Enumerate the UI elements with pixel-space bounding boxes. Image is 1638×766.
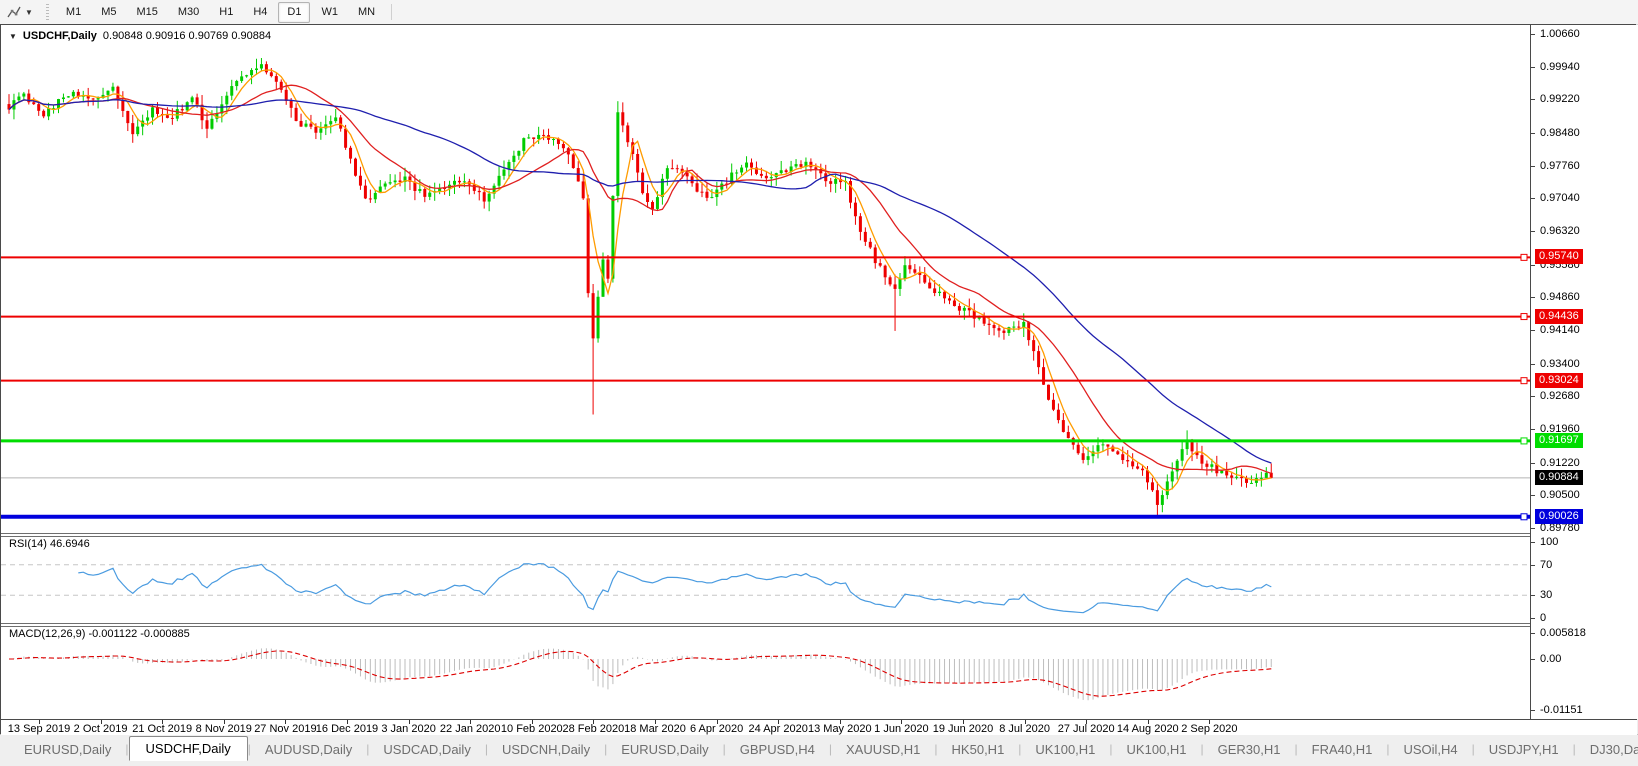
panel-divider-rsi-macd[interactable] [1,623,1530,627]
macd-indicator-canvas[interactable] [1,625,1530,719]
macd-axis-tick [1531,633,1535,634]
chart-tab-gbpusd-h4[interactable]: GBPUSD,H4 [726,739,829,760]
rsi-indicator-canvas[interactable] [1,535,1530,623]
price-axis-label: 0.92680 [1540,390,1580,403]
chart-tab-uk100-h1[interactable]: UK100,H1 [1021,739,1109,760]
price-axis-tick [1531,495,1535,496]
level-price-label: 0.93024 [1535,373,1583,388]
level-price-label: 0.95740 [1535,249,1583,264]
timeframe-button-m1[interactable]: M1 [57,2,90,23]
price-axis-label: 0.94140 [1540,324,1580,337]
toolbar-separator [391,4,392,20]
price-axis-tick [1531,463,1535,464]
price-axis-tick [1531,198,1535,199]
macd-axis-tick [1531,659,1535,660]
price-axis-tick [1531,364,1535,365]
price-axis-tick [1531,429,1535,430]
chart-window-usdchf: ▼ USDCHF,Daily 0.90848 0.90916 0.90769 0… [0,24,1636,734]
chart-title: ▼ USDCHF,Daily 0.90848 0.90916 0.90769 0… [9,30,271,42]
panel-divider-main-rsi[interactable] [1,533,1530,537]
price-axis-label: 0.97040 [1540,192,1580,205]
current-price-label: 0.90884 [1535,470,1583,485]
chart-symbol-label: USDCHF,Daily [23,30,97,42]
timeframe-button-h4[interactable]: H4 [244,2,276,23]
chart-tab-usdjpy-h1[interactable]: USDJPY,H1 [1475,739,1573,760]
macd-indicator-label: MACD(12,26,9) -0.001122 -0.000885 [9,628,190,640]
toolbar-grip [46,4,49,20]
candlestick-chart-canvas[interactable] [1,26,1530,533]
one-click-trading-caret-icon[interactable]: ▼ [9,32,17,41]
timeframe-button-m15[interactable]: M15 [127,2,166,23]
price-axis-label: 0.90500 [1540,489,1580,502]
rsi-indicator-label: RSI(14) 46.6946 [9,538,90,550]
chart-tab-audusd-daily[interactable]: AUDUSD,Daily [251,739,366,760]
chart-tab-usdcnh-daily[interactable]: USDCNH,Daily [488,739,604,760]
price-axis-tick [1531,528,1535,529]
chevron-down-icon: ▼ [25,8,33,17]
timeframe-toolbar: ▼ M1M5M15M30H1H4D1W1MN [0,0,1638,25]
chart-tab-usoil-h4[interactable]: USOil,H4 [1389,739,1471,760]
price-axis-label: 0.99940 [1540,61,1580,74]
rsi-axis-tick [1531,565,1535,566]
macd-axis-label: 0.005818 [1540,627,1586,640]
level-price-label: 0.94436 [1535,309,1583,324]
rsi-axis-label: 0 [1540,612,1546,625]
timeframe-button-h1[interactable]: H1 [210,2,242,23]
level-price-label: 0.91697 [1535,433,1583,448]
timeframe-button-mn[interactable]: MN [349,2,384,23]
mt4-workspace: { "toolbar": { "icon_name": "chart-tools… [0,0,1638,765]
chart-tab-usdchf-daily[interactable]: USDCHF,Daily [129,736,248,761]
macd-axis-label: 0.00 [1540,653,1561,666]
price-axis-label: 0.89780 [1540,522,1580,535]
chart-tab-bar: EURUSD,Daily|USDCHF,Daily|AUDUSD,Daily|U… [0,734,1638,766]
price-axis-tick [1531,166,1535,167]
polyline-tool-icon [7,5,22,19]
chart-tab-fra40-h1[interactable]: FRA40,H1 [1298,739,1387,760]
chart-tab-eurusd-daily[interactable]: EURUSD,Daily [10,739,125,760]
price-axis-label: 0.94860 [1540,291,1580,304]
timeframe-button-m30[interactable]: M30 [169,2,208,23]
price-axis-label: 0.99220 [1540,93,1580,106]
macd-axis-label: -0.01151 [1540,704,1583,717]
date-axis[interactable]: 13 Sep 20192 Oct 201921 Oct 20198 Nov 20… [1,719,1637,735]
chart-tab-hk50-h1[interactable]: HK50,H1 [938,739,1019,760]
timeframe-button-d1[interactable]: D1 [278,2,310,23]
rsi-axis-tick [1531,542,1535,543]
rsi-axis-label: 100 [1540,536,1558,549]
chart-ohlc-values: 0.90848 0.90916 0.90769 0.90884 [103,30,271,42]
level-price-label: 0.90026 [1535,509,1583,524]
price-axis-tick [1531,99,1535,100]
price-axis-label: 0.93400 [1540,358,1580,371]
chart-tools-icon[interactable]: ▼ [4,3,36,21]
price-axis-label: 1.00660 [1540,28,1580,41]
chart-tab-ger30-h1[interactable]: GER30,H1 [1204,739,1295,760]
price-axis-tick [1531,231,1535,232]
price-axis-tick [1531,330,1535,331]
chart-tab-dj30-daily[interactable]: DJ30,Daily [1576,739,1638,760]
price-axis[interactable]: 1.00660 0.99940 0.99220 0.98480 0.97760 0.970… [1530,25,1638,719]
rsi-axis-label: 30 [1540,589,1552,602]
macd-axis-tick [1531,710,1535,711]
price-axis-tick [1531,67,1535,68]
rsi-axis-label: 70 [1540,559,1552,572]
price-axis-label: 0.96320 [1540,225,1580,238]
price-axis-label: 0.98480 [1540,127,1580,140]
price-axis-label: 0.91220 [1540,457,1580,470]
chart-tab-usdcad-daily[interactable]: USDCAD,Daily [369,739,484,760]
price-axis-tick [1531,396,1535,397]
price-axis-label: 0.97760 [1540,160,1580,173]
price-axis-tick [1531,133,1535,134]
rsi-axis-tick [1531,595,1535,596]
date-axis-label: 2 Sep 2020 [1167,723,1251,735]
rsi-axis-tick [1531,618,1535,619]
chart-tab-xauusd-h1[interactable]: XAUUSD,H1 [832,739,934,760]
chart-tab-uk100-h1[interactable]: UK100,H1 [1113,739,1201,760]
price-axis-tick [1531,265,1535,266]
timeframe-button-m5[interactable]: M5 [92,2,125,23]
chart-tab-eurusd-daily[interactable]: EURUSD,Daily [607,739,722,760]
timeframe-button-w1[interactable]: W1 [312,2,347,23]
price-axis-tick [1531,297,1535,298]
price-axis-tick [1531,34,1535,35]
